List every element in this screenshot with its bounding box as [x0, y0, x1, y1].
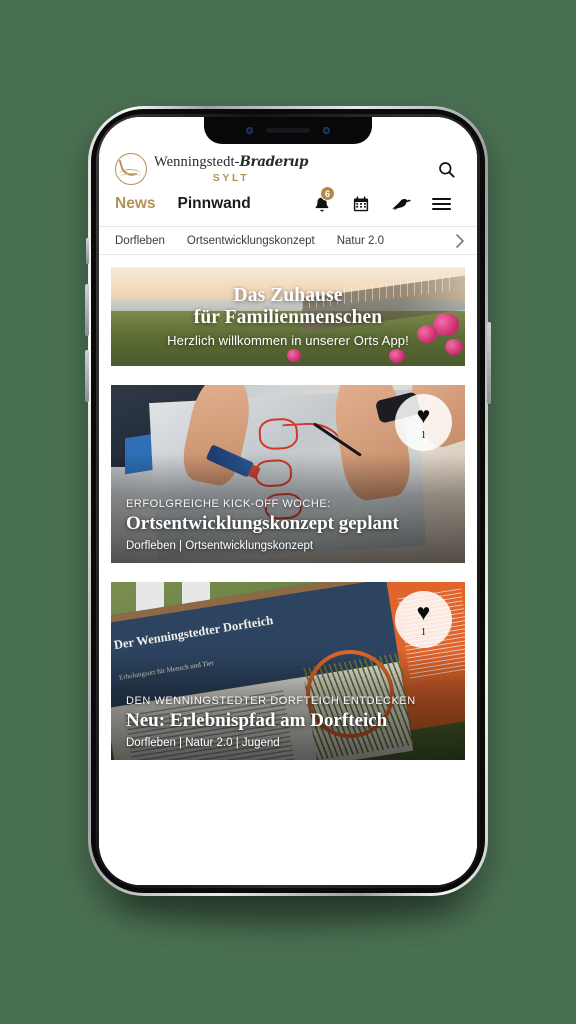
nav-icon-group: 6 [303, 186, 461, 217]
bird-button[interactable] [381, 191, 421, 217]
brand-name: Wenningstedt-Braderup [154, 155, 308, 170]
calendar-icon [353, 196, 369, 212]
notifications-button[interactable]: 6 [303, 186, 341, 217]
calendar-button[interactable] [341, 191, 381, 217]
category-filter-bar: Dorfleben Ortsentwicklungskonzept Natur … [99, 226, 477, 255]
hamburger-icon [431, 197, 451, 211]
app-header: Wenningstedt-Braderup SYLT [99, 148, 477, 188]
volume-down-button[interactable] [85, 350, 89, 402]
hero-subtitle: Herzlich willkommen in unserer Orts App! [167, 333, 409, 349]
bird-icon [391, 198, 411, 211]
front-camera-icon [246, 127, 253, 134]
article-text: DEN WENNINGSTEDTER DORFTEICH ENTDECKEN N… [126, 695, 450, 749]
brand-text: Wenningstedt-Braderup SYLT [154, 155, 308, 183]
logo-emblem-icon [115, 153, 147, 185]
article-headline: Ortsentwicklungskonzept geplant [126, 512, 399, 534]
brand-logo[interactable]: Wenningstedt-Braderup SYLT [115, 153, 431, 185]
article-card[interactable]: Der Wenningstedter Dorfteich Erholungsor… [111, 582, 465, 760]
brand-name-script: Braderup [239, 154, 309, 170]
hero-banner[interactable]: Das Zuhause für Familienmenschen Herzlic… [111, 267, 465, 366]
notification-badge: 6 [320, 186, 335, 201]
face-sensor-icon [323, 127, 330, 134]
article-categories: Dorfleben | Natur 2.0 | Jugend [126, 737, 280, 749]
volume-up-button[interactable] [85, 284, 89, 336]
mute-switch[interactable] [86, 238, 89, 264]
chip-dorfleben[interactable]: Dorfleben [115, 235, 165, 247]
app-viewport: Wenningstedt-Braderup SYLT News Pinnwand [99, 117, 477, 885]
content-scroll-area[interactable]: Das Zuhause für Familienmenschen Herzlic… [99, 255, 477, 885]
article-kicker: DEN WENNINGSTEDTER DORFTEICH ENTDECKEN [126, 694, 416, 707]
phone-device: Wenningstedt-Braderup SYLT News Pinnwand [85, 106, 491, 926]
brand-subtitle: SYLT [212, 171, 250, 184]
power-button[interactable] [487, 322, 491, 404]
search-icon [438, 161, 455, 178]
article-text: ERFOLGREICHE KICK-OFF WOCHE: Ortsentwick… [126, 498, 450, 552]
device-notch [204, 117, 372, 144]
favorite-count: 1 [420, 626, 427, 638]
heart-icon: ♥ [416, 599, 431, 625]
content-bottom-spacer [99, 760, 477, 840]
chip-ortsentwicklungskonzept[interactable]: Ortsentwicklungskonzept [187, 235, 315, 247]
hero-title-line2: für Familienmenschen [193, 306, 383, 328]
favorite-button[interactable]: ♥ 1 [395, 591, 452, 648]
brand-name-main: Wenningstedt- [154, 154, 240, 170]
chip-natur[interactable]: Natur 2.0 [337, 235, 384, 247]
article-headline: Neu: Erlebnispfad am Dorfteich [126, 709, 388, 731]
favorite-count: 1 [420, 429, 427, 441]
hero-title-line1: Das Zuhause [233, 284, 343, 306]
heart-icon: ♥ [416, 402, 431, 428]
primary-nav: News Pinnwand 6 [99, 186, 477, 226]
nav-tab-pinnwand[interactable]: Pinnwand [178, 195, 251, 213]
chips-scroll-right-icon[interactable] [449, 227, 471, 254]
article-categories: Dorfleben | Ortsentwicklungskonzept [126, 540, 314, 552]
phone-screen: Wenningstedt-Braderup SYLT News Pinnwand [99, 117, 477, 885]
favorite-button[interactable]: ♥ 1 [395, 394, 452, 451]
search-button[interactable] [431, 154, 461, 184]
earpiece-speaker [266, 128, 310, 133]
chevron-right-icon [456, 233, 464, 248]
nav-tab-news[interactable]: News [115, 195, 156, 213]
menu-button[interactable] [421, 191, 461, 217]
article-card[interactable]: ♥ 1 ERFOLGREICHE KICK-OFF WOCHE: Ortsent… [111, 385, 465, 563]
article-kicker: ERFOLGREICHE KICK-OFF WOCHE: [126, 497, 331, 510]
hero-text: Das Zuhause für Familienmenschen Herzlic… [111, 267, 465, 366]
